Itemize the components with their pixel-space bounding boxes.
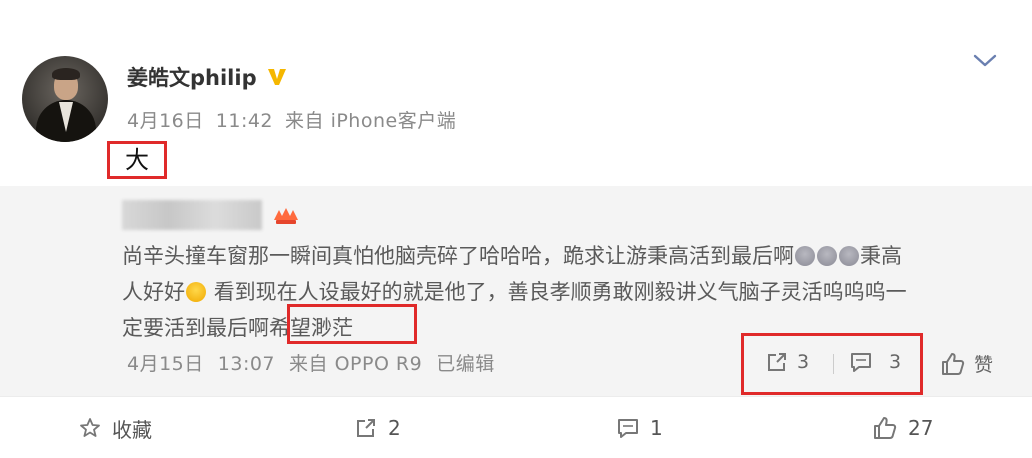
star-icon — [80, 418, 100, 437]
tears-emoji-icon — [186, 282, 206, 302]
post-toolbar: 收藏 2 1 27 — [0, 396, 1032, 458]
author-name[interactable]: 姜皓文philip — [127, 62, 257, 92]
blurred-username — [122, 200, 262, 230]
comment-time: 13:07 — [217, 353, 276, 375]
comment-line-2-tail: 看到现在人设最好的就是他了，善良孝顺勇敢刚毅讲义气脑子灵活呜呜呜一 — [213, 280, 907, 304]
like-button[interactable]: 27 — [872, 397, 933, 458]
comment-date: 4月15日 — [127, 353, 204, 375]
comment-reply-count: 3 — [889, 351, 902, 373]
repost-icon — [357, 419, 375, 437]
edited-label: 已编辑 — [436, 353, 495, 375]
crying-emoji-icon — [817, 246, 837, 266]
vip-v-badge-icon — [267, 69, 286, 85]
post-text: 大 — [107, 141, 167, 179]
chevron-down-icon[interactable] — [972, 52, 998, 70]
favorite-button[interactable]: 收藏 — [78, 397, 152, 458]
post-time[interactable]: 11:42 — [216, 110, 273, 132]
avatar[interactable] — [22, 56, 108, 142]
comment-like-button[interactable]: 赞 — [940, 350, 993, 377]
comment-button[interactable]: 1 — [616, 397, 663, 458]
author-header: 姜皓文philip — [127, 62, 289, 92]
comment-repost-button[interactable]: 3 — [765, 350, 809, 374]
post-source: 来自 iPhone客户端 — [285, 110, 457, 132]
fan-badge-icon — [274, 208, 298, 224]
comment-line-1: 尚辛头撞车窗那一瞬间真怕他脑壳碎了哈哈哈，跪求让游秉高活到最后啊 — [122, 244, 794, 268]
repost-button[interactable]: 2 — [354, 397, 401, 458]
comment-meta: 4月15日 13:07 来自 OPPO R9 已编辑 — [127, 349, 495, 376]
comment-icon — [618, 419, 638, 438]
thumbs-up-icon — [874, 417, 897, 439]
post-meta: 4月16日 11:42 来自 iPhone客户端 — [127, 106, 456, 133]
repost-icon — [768, 353, 786, 371]
comment-line-3-head: 定要活到最后啊 — [122, 316, 269, 340]
highlight-box — [287, 304, 417, 344]
crying-emoji-icon — [839, 246, 859, 266]
comment-line-2-head: 人好好 — [122, 280, 185, 304]
comment-source: 来自 OPPO R9 — [289, 353, 423, 375]
thumbs-up-icon — [942, 352, 965, 375]
comment-like-label: 赞 — [974, 354, 994, 376]
comment-reply-button[interactable]: 3 — [849, 350, 901, 374]
comment-icon — [851, 353, 871, 372]
like-count: 27 — [908, 416, 934, 440]
weibo-post: 姜皓文philip 4月16日 11:42 来自 iPhone客户端 大 尚辛头撞车… — [0, 0, 1032, 458]
divider — [833, 354, 834, 374]
favorite-label: 收藏 — [112, 417, 152, 442]
crying-emoji-icon — [795, 246, 815, 266]
comment-count: 1 — [650, 416, 663, 440]
post-date: 4月16日 — [127, 110, 204, 132]
comment-repost-count: 3 — [797, 351, 810, 373]
repost-count: 2 — [388, 416, 401, 440]
comment-text: 尚辛头撞车窗那一瞬间真怕他脑壳碎了哈哈哈，跪求让游秉高活到最后啊 秉高 人好好 看… — [122, 238, 1002, 346]
comment-line-1-tail: 秉高 — [860, 244, 902, 268]
